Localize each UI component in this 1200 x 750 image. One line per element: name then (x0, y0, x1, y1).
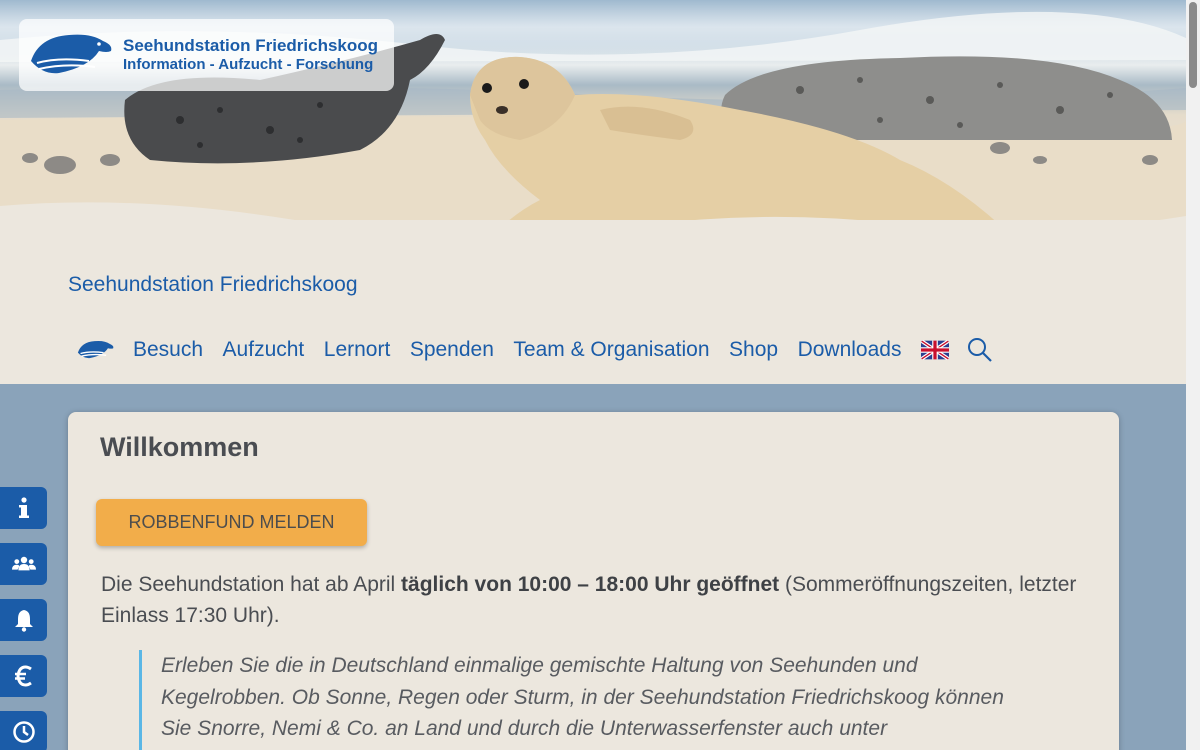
home-seal-icon[interactable] (77, 334, 115, 366)
opening-hours-text: Die Seehundstation hat ab April täglich … (101, 569, 1091, 631)
group-icon (11, 556, 36, 571)
nav-aufzucht[interactable]: Aufzucht (223, 338, 305, 362)
main-nav: Besuch Aufzucht Lernort Spenden Team & O… (77, 334, 993, 366)
side-notification-button[interactable] (0, 599, 47, 641)
logo-title: Seehundstation Friedrichskoog (123, 36, 379, 55)
nav-shop[interactable]: Shop (729, 338, 778, 362)
site-logo[interactable]: Seehundstation Friedrichskoog Informatio… (19, 19, 394, 91)
bell-icon (14, 610, 33, 632)
side-info-button[interactable] (0, 487, 47, 529)
info-icon (18, 497, 29, 518)
nav-besuch[interactable]: Besuch (133, 338, 203, 362)
nav-lernort[interactable]: Lernort (324, 338, 391, 362)
search-icon[interactable] (967, 337, 993, 363)
nav-team-organisation[interactable]: Team & Organisation (513, 338, 709, 362)
side-group-button[interactable] (0, 543, 47, 585)
intro-bold: täglich von 10:00 – 18:00 Uhr geöffnet (401, 573, 780, 596)
page-title: Willkommen (100, 432, 259, 462)
site-title[interactable]: Seehundstation Friedrichskoog (68, 273, 358, 297)
uk-flag-icon[interactable] (920, 340, 949, 360)
intro-quote: Erleben Sie die in Deutschland einmalige… (139, 650, 1039, 750)
side-donate-button[interactable] (0, 655, 47, 697)
page-scrollbar[interactable] (1186, 0, 1200, 750)
intro-pre: Die Seehundstation hat ab April (101, 573, 402, 596)
seal-logo-icon (31, 34, 112, 74)
euro-icon (14, 665, 32, 687)
nav-downloads[interactable]: Downloads (798, 338, 902, 362)
header-wave-divider (0, 202, 1186, 258)
robbenfund-melden-button[interactable]: ROBBENFUND MELDEN (96, 499, 367, 546)
scrollbar-thumb[interactable] (1189, 2, 1197, 88)
welcome-card: Willkommen ROBBENFUND MELDEN Die Seehund… (68, 412, 1119, 750)
logo-subtitle: Information - Aufzucht - Forschung (123, 56, 374, 73)
nav-spenden[interactable]: Spenden (410, 338, 494, 362)
side-opening-hours-button[interactable] (0, 711, 47, 750)
clock-icon (12, 721, 35, 743)
